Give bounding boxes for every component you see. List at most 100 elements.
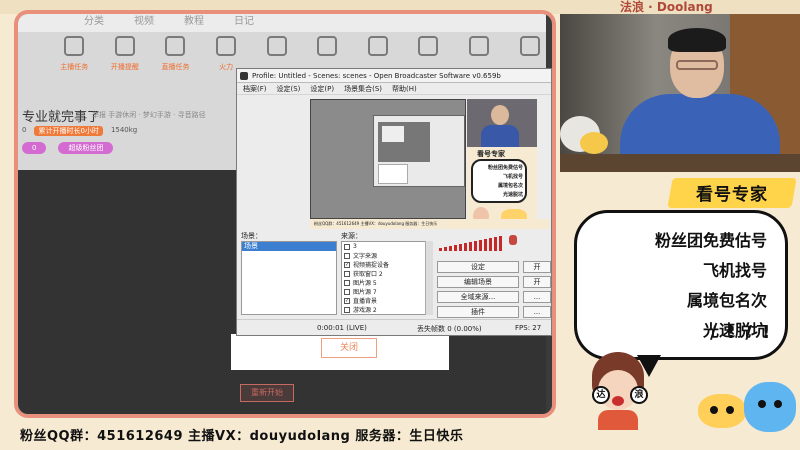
streamer-hair xyxy=(668,28,726,52)
mascot-mouth xyxy=(612,396,624,406)
bg-fan-club-button[interactable]: 超级粉丝团 xyxy=(58,142,114,154)
bg-toolbar-item[interactable]: 开播提醒 xyxy=(103,36,148,100)
gauge-icon xyxy=(469,36,490,56)
promo-exclamation-marks: / ! / ! xyxy=(710,322,773,343)
meter-bar xyxy=(499,236,502,251)
obs-preview-footer-strip: 粉丝QQ群：451612649 主播VX：douyudolang 服务器：生日快… xyxy=(310,219,550,229)
bg-toolbar-item[interactable]: 直播任务 xyxy=(153,36,198,100)
bg-toolbar-item[interactable]: 主播任务 xyxy=(52,36,97,100)
sources-label: 来源： xyxy=(341,232,362,240)
start-recording-button[interactable]: 开 xyxy=(523,276,551,288)
scenes-list[interactable]: 场景 xyxy=(241,241,337,315)
bg-tab[interactable]: 视频 xyxy=(134,14,154,32)
start-streaming-button[interactable]: 开 xyxy=(523,261,551,273)
source-item[interactable]: 图片源 7 xyxy=(342,287,432,296)
status-time: 0:00:01 (LIVE) xyxy=(317,324,367,332)
obs-menu-file[interactable]: 档案(F) xyxy=(243,83,267,94)
nested-obs-window xyxy=(373,115,465,187)
restart-button[interactable]: 重新开始 xyxy=(240,384,294,402)
bottom-info-bar: 粉丝QQ群：451612649 主播VX：douyudolang 服务器：生日快… xyxy=(0,418,560,450)
sources-scrollbar[interactable] xyxy=(425,241,433,315)
settings-button[interactable]: 设定 xyxy=(437,261,519,273)
obs-status-bar: 0:00:01 (LIVE) 丢失帧数 0 (0.00%) FPS: 27 xyxy=(237,319,551,335)
mascot-eye xyxy=(726,406,734,414)
source-checkbox[interactable] xyxy=(344,279,350,286)
background-meta: 举报 手游休闲 · 梦幻手游 · 寻音路径 xyxy=(92,111,206,119)
source-item[interactable]: 3 xyxy=(342,242,432,251)
cart-icon xyxy=(317,36,338,56)
bg-action-pill[interactable]: 0 xyxy=(22,142,47,154)
mascot-tag-lang: 浪 xyxy=(630,386,648,404)
user-icon xyxy=(367,36,388,56)
bg-stat-pill: 累计开播时长0小时 xyxy=(34,126,103,136)
mascot-eye xyxy=(710,406,718,414)
obs-preview-webcam xyxy=(467,99,537,147)
source-checkbox[interactable] xyxy=(344,243,350,250)
meter-bar xyxy=(449,246,452,251)
meter-bar xyxy=(444,247,447,251)
exit-button[interactable]: ... xyxy=(523,306,551,318)
preview-button[interactable]: ... xyxy=(523,291,551,303)
nested-source-list xyxy=(378,164,408,184)
source-checkbox[interactable] xyxy=(344,306,350,313)
meter-bar xyxy=(474,241,477,251)
obs-menu-settings[interactable]: 设定(S) xyxy=(277,83,301,94)
edit-scene-button[interactable]: 编辑场景 xyxy=(437,276,519,288)
bg-tab[interactable]: 教程 xyxy=(184,14,204,32)
global-sources-button[interactable]: 全域来源... xyxy=(437,291,519,303)
source-checkbox[interactable] xyxy=(344,252,350,259)
source-item[interactable]: 文字来源 xyxy=(342,251,432,260)
bg-stat: 1540kg xyxy=(110,126,138,134)
mic-icon[interactable] xyxy=(509,235,517,245)
nested-card-line: 飞机找号 xyxy=(502,174,523,180)
audio-meters xyxy=(437,231,551,251)
webcam-feed xyxy=(560,14,800,172)
source-checkbox[interactable] xyxy=(344,288,350,295)
dialog-close-button[interactable]: 关闭 xyxy=(321,338,377,358)
streamer-head xyxy=(491,105,509,125)
bg-tab[interactable]: 分类 xyxy=(84,14,104,32)
source-checkbox-checked[interactable]: ✓ xyxy=(344,261,350,268)
promo-line: 粉丝团免费估号 xyxy=(654,231,767,250)
obs-window: Profile: Untitled - Scenes: scenes - Ope… xyxy=(236,68,552,336)
background-stats: 0 累计开播时长0小时 1540kg xyxy=(22,126,137,136)
scene-item-selected[interactable]: 场景 xyxy=(242,242,336,251)
game-icon xyxy=(418,36,439,56)
obs-title-bar[interactable]: Profile: Untitled - Scenes: scenes - Ope… xyxy=(237,69,551,83)
promo-line: 属境包名次 xyxy=(686,291,767,310)
sources-list[interactable]: 3 文字来源 ✓ 视频捕捉设备 获取窗口 2 图片源 5 图片源 7 ✓ 直播背景 … xyxy=(341,241,433,315)
source-checkbox[interactable] xyxy=(344,270,350,277)
meter-bar xyxy=(459,244,462,251)
background-heading: 专业就完事了 xyxy=(22,110,101,125)
source-checkbox-checked[interactable]: ✓ xyxy=(344,297,350,304)
obs-menu-help[interactable]: 帮助(H) xyxy=(392,83,417,94)
source-item[interactable]: 获取窗口 2 xyxy=(342,269,432,278)
task-icon xyxy=(64,36,85,56)
status-dropped-frames: 丢失帧数 0 (0.00%) xyxy=(417,325,482,333)
obs-menu-profiles[interactable]: 设定(P) xyxy=(310,83,334,94)
source-item[interactable]: ✓ 视频捕捉设备 xyxy=(342,260,432,269)
mascot-body xyxy=(598,410,638,430)
meter-bar xyxy=(469,242,472,251)
plugins-button[interactable]: 插件 xyxy=(437,306,519,318)
edit-icon xyxy=(519,36,540,56)
tag-icon xyxy=(266,36,287,56)
background-actions: 0 超级粉丝团 xyxy=(22,142,114,154)
obs-menu-scene-collection[interactable]: 场景集合(S) xyxy=(344,83,382,94)
screen-capture-frame: 分类 视频 教程 日记 主播任务 开播提醒 直播任务 火力 专业就完事了 举报 … xyxy=(14,10,556,418)
mascot-blue-creature xyxy=(744,382,796,432)
source-item[interactable]: 游戏源 2 xyxy=(342,305,432,314)
obs-preview-promo-card: 看号专家 粉丝团免费估号 飞机找号 属境包名次 光速脱坑 xyxy=(467,147,537,227)
nested-card-title: 看号专家 xyxy=(477,150,505,158)
nested-inner-preview xyxy=(382,126,404,142)
meter-bar xyxy=(439,248,442,251)
nested-card-line: 光速脱坑 xyxy=(502,192,523,198)
meter-bar xyxy=(489,238,492,251)
source-item[interactable]: ✓ 直播背景 xyxy=(342,296,432,305)
nested-preview xyxy=(378,122,430,162)
footer-info-text: 粉丝QQ群：451612649 主播VX：douyudolang 服务器：生日快… xyxy=(20,429,464,444)
source-item[interactable]: 图片源 5 xyxy=(342,278,432,287)
bg-tab[interactable]: 日记 xyxy=(234,14,254,32)
obs-preview[interactable] xyxy=(310,99,466,219)
mascot-eye xyxy=(774,400,782,408)
